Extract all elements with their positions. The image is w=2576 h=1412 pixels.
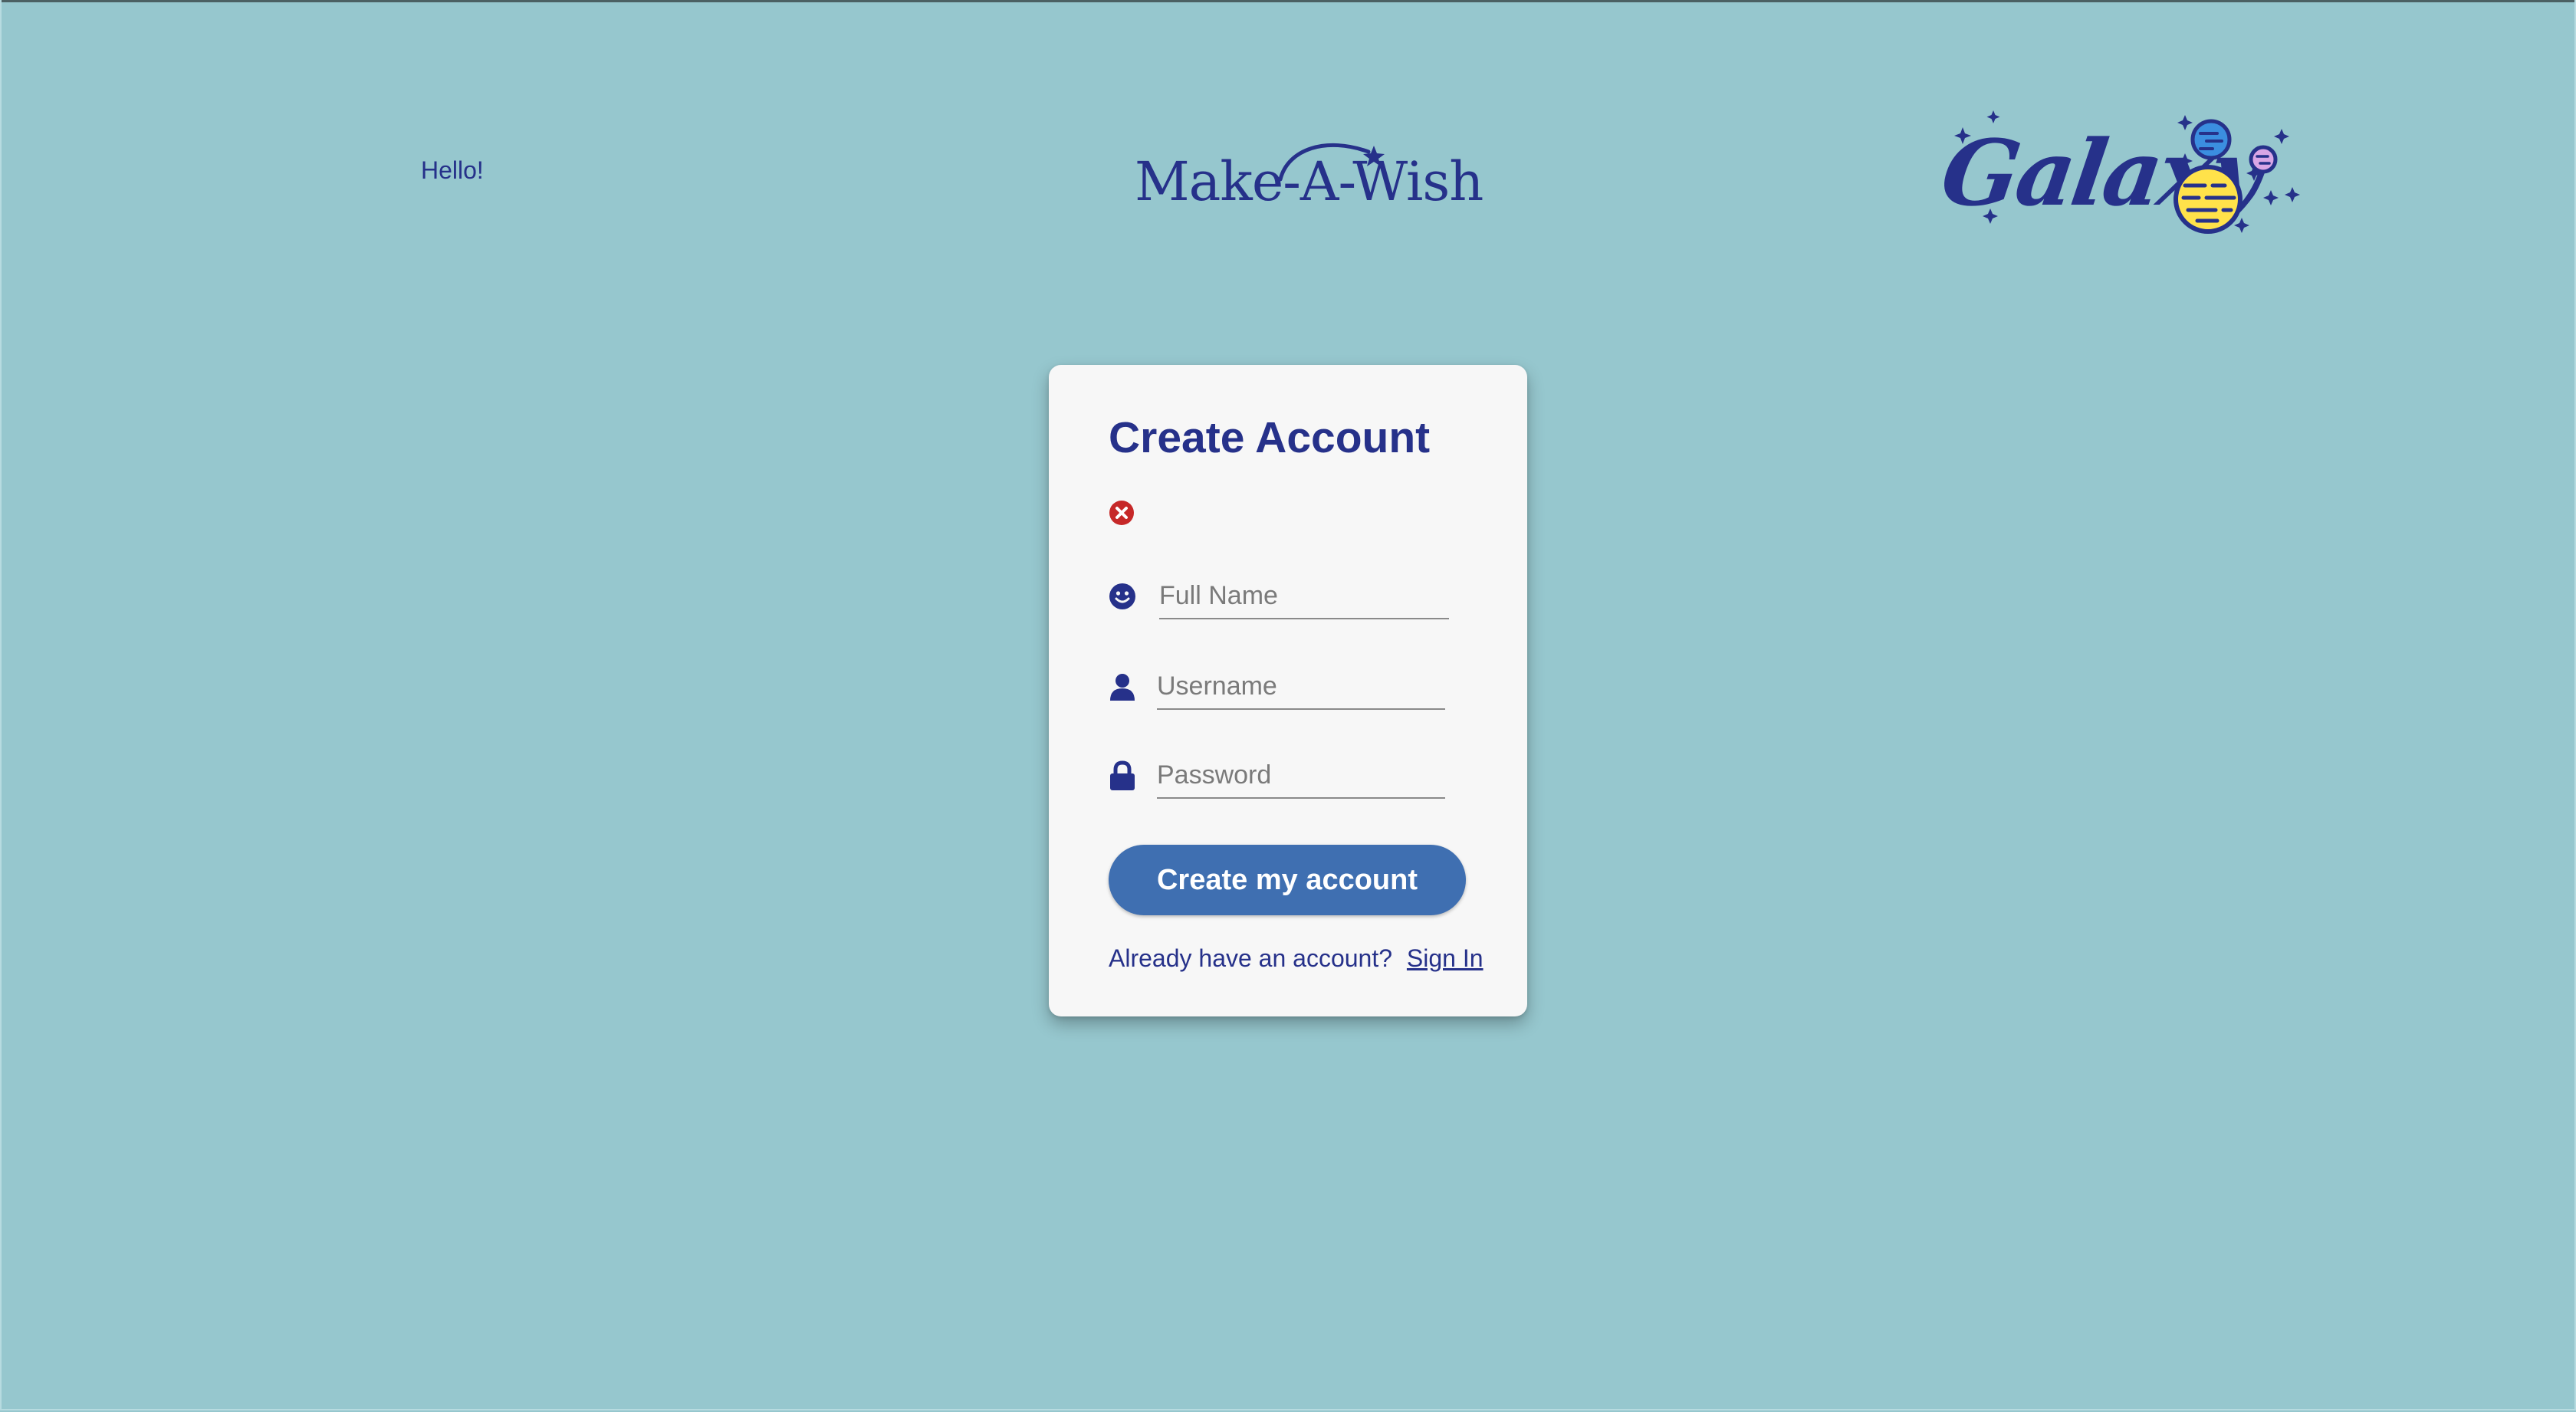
signin-prompt-row: Already have an account? Sign In: [1109, 944, 1484, 973]
create-account-button[interactable]: Create my account: [1109, 845, 1466, 915]
signin-prompt-text: Already have an account?: [1109, 944, 1393, 972]
username-input[interactable]: [1157, 664, 1445, 710]
planets-icon: [1954, 110, 2300, 234]
card-title: Create Account: [1109, 413, 1431, 462]
top-border: [0, 0, 2576, 2]
make-a-wish-logo-text: Make-A-Wish: [1135, 150, 1484, 213]
signin-link[interactable]: Sign In: [1407, 944, 1484, 972]
create-account-card: Create Account Create my account Already…: [1049, 365, 1527, 1016]
make-a-wish-logo[interactable]: Make-A-Wish: [1135, 133, 1484, 218]
galaxy-logo[interactable]: Galaxy: [1932, 106, 2300, 236]
full-name-input[interactable]: [1159, 573, 1449, 619]
password-input[interactable]: [1157, 753, 1445, 799]
greeting-text: Hello!: [421, 156, 484, 184]
password-row: [1109, 745, 1461, 806]
smiley-icon: [1109, 583, 1135, 609]
user-icon: [1110, 674, 1135, 701]
close-circle-icon: [1109, 501, 1134, 525]
full-name-row: [1109, 566, 1461, 627]
username-row: [1109, 656, 1461, 717]
lock-icon: [1110, 760, 1135, 790]
